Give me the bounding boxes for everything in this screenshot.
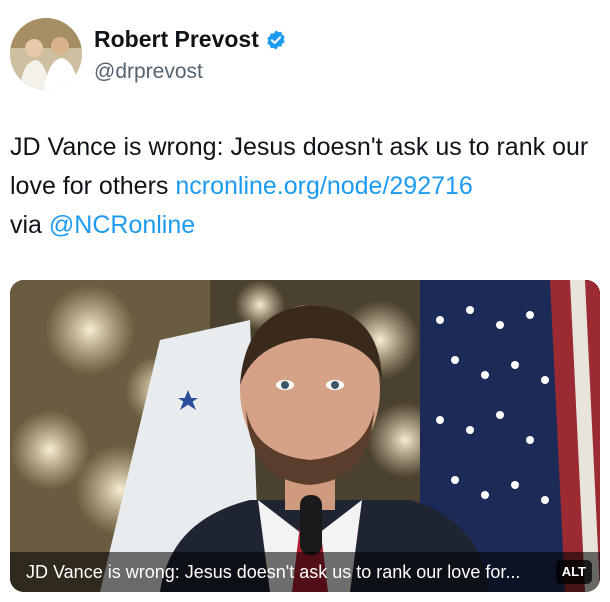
avatar-photo [10,18,82,90]
alt-text-button[interactable]: ALT [555,560,592,584]
media-card[interactable]: JD Vance is wrong: Jesus doesn't ask us … [10,280,600,592]
tweet-text: JD Vance is wrong: Jesus doesn't ask us … [10,128,600,245]
name-row: Robert Prevost [94,26,287,53]
media-caption: JD Vance is wrong: Jesus doesn't ask us … [26,562,521,582]
verified-badge-icon [267,29,285,50]
tweet-header: Robert Prevost @drprevost [10,18,600,92]
media-photo [10,280,600,592]
display-name[interactable]: Robert Prevost [94,26,259,53]
tweet-link[interactable]: ncronline.org/node/292716 [175,172,472,200]
via-text: via [10,211,49,239]
mention-link[interactable]: @NCRonline [49,211,195,239]
user-handle[interactable]: @drprevost [94,60,203,84]
avatar[interactable] [10,18,82,90]
